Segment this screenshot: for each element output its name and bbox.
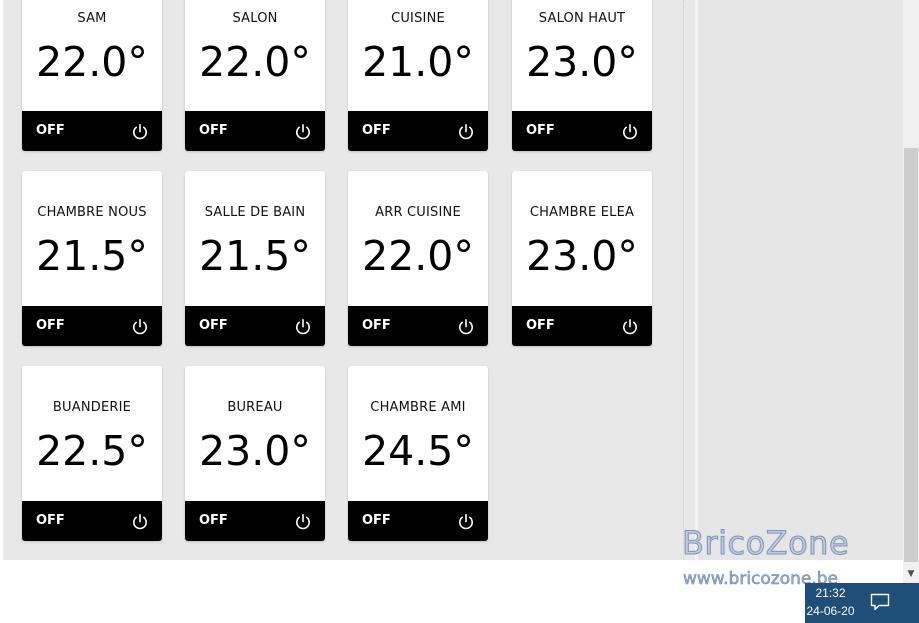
thermostat-tile[interactable]: ARR CUISINE 22.0° OFF — [348, 171, 488, 346]
thermostat-tile[interactable]: CUISINE 21.0° OFF — [348, 0, 488, 151]
tile-control-bar: OFF — [348, 501, 488, 541]
room-name: CHAMBRE NOUS — [37, 205, 147, 220]
tile-control-bar: OFF — [512, 306, 652, 346]
room-name: CHAMBRE ELEA — [529, 205, 635, 220]
room-name: CHAMBRE AMI — [370, 400, 466, 415]
thermostat-tile[interactable]: CHAMBRE NOUS 21.5° OFF — [22, 171, 162, 346]
taskbar-clock-time[interactable]: 21:32 — [805, 586, 856, 600]
watermark-title: BricoZone — [681, 524, 850, 563]
tile-control-bar: OFF — [185, 306, 325, 346]
room-name: SALON HAUT — [538, 11, 626, 26]
power-icon[interactable] — [457, 513, 475, 531]
thermostat-tile[interactable]: SAM 22.0° OFF — [22, 0, 162, 151]
room-name: BUANDERIE — [52, 400, 132, 415]
power-icon[interactable] — [457, 318, 475, 336]
thermostat-panel: SAM 22.0° OFF SALON 22.0° OFF CUISINE 21.0° OFF S… — [3, 0, 695, 560]
thermostat-tile[interactable]: BUREAU 23.0° OFF — [185, 366, 325, 541]
power-icon[interactable] — [457, 123, 475, 141]
power-icon[interactable] — [621, 123, 639, 141]
heating-status-label: OFF — [362, 123, 391, 138]
room-temperature: 22.0° — [36, 38, 148, 86]
heating-status-label: OFF — [362, 318, 391, 333]
power-icon[interactable] — [131, 123, 149, 141]
scroll-down-arrow-icon[interactable]: ▼ — [903, 566, 919, 582]
room-name: SAM — [77, 11, 107, 26]
heating-status-label: OFF — [526, 123, 555, 138]
room-name: BUREAU — [227, 400, 283, 415]
heating-status-label: OFF — [199, 513, 228, 528]
panel-divider — [683, 0, 684, 560]
heating-status-label: OFF — [36, 318, 65, 333]
tile-control-bar: OFF — [22, 111, 162, 151]
power-icon[interactable] — [621, 318, 639, 336]
power-icon[interactable] — [131, 513, 149, 531]
room-temperature: 24.5° — [362, 427, 474, 475]
room-name: CUISINE — [391, 11, 445, 26]
side-area — [698, 0, 903, 560]
taskbar-clock-date[interactable]: 24-06-20 — [805, 604, 856, 618]
heating-status-label: OFF — [199, 318, 228, 333]
room-temperature: 23.0° — [526, 232, 638, 280]
tile-control-bar: OFF — [185, 501, 325, 541]
tile-control-bar: OFF — [348, 111, 488, 151]
thermostat-tile[interactable]: BUANDERIE 22.5° OFF — [22, 366, 162, 541]
power-icon[interactable] — [131, 318, 149, 336]
scrollbar-thumb[interactable] — [904, 148, 918, 562]
notification-icon[interactable] — [870, 593, 890, 611]
power-icon[interactable] — [294, 513, 312, 531]
room-temperature: 23.0° — [199, 427, 311, 475]
heating-status-label: OFF — [36, 123, 65, 138]
tile-control-bar: OFF — [185, 111, 325, 151]
tile-control-bar: OFF — [512, 111, 652, 151]
room-temperature: 23.0° — [526, 38, 638, 86]
tile-control-bar: OFF — [348, 306, 488, 346]
screen: SAM 22.0° OFF SALON 22.0° OFF CUISINE 21.0° OFF S… — [0, 0, 919, 623]
room-temperature: 22.0° — [199, 38, 311, 86]
power-icon[interactable] — [294, 123, 312, 141]
heating-status-label: OFF — [199, 123, 228, 138]
thermostat-tile[interactable]: CHAMBRE ELEA 23.0° OFF — [512, 171, 652, 346]
tile-control-bar: OFF — [22, 306, 162, 346]
room-name: ARR CUISINE — [375, 205, 461, 220]
room-temperature: 22.5° — [36, 427, 148, 475]
room-name: SALLE DE BAIN — [204, 205, 306, 220]
room-temperature: 22.0° — [362, 232, 474, 280]
heating-status-label: OFF — [526, 318, 555, 333]
room-temperature: 21.5° — [36, 232, 148, 280]
tile-control-bar: OFF — [22, 501, 162, 541]
thermostat-tile[interactable]: SALLE DE BAIN 21.5° OFF — [185, 171, 325, 346]
thermostat-tile[interactable]: CHAMBRE AMI 24.5° OFF — [348, 366, 488, 541]
room-temperature: 21.0° — [362, 38, 474, 86]
power-icon[interactable] — [294, 318, 312, 336]
thermostat-tile[interactable]: SALON 22.0° OFF — [185, 0, 325, 151]
thermostat-tile[interactable]: SALON HAUT 23.0° OFF — [512, 0, 652, 151]
room-temperature: 21.5° — [199, 232, 311, 280]
heating-status-label: OFF — [36, 513, 65, 528]
room-name: SALON — [232, 11, 278, 26]
heating-status-label: OFF — [362, 513, 391, 528]
